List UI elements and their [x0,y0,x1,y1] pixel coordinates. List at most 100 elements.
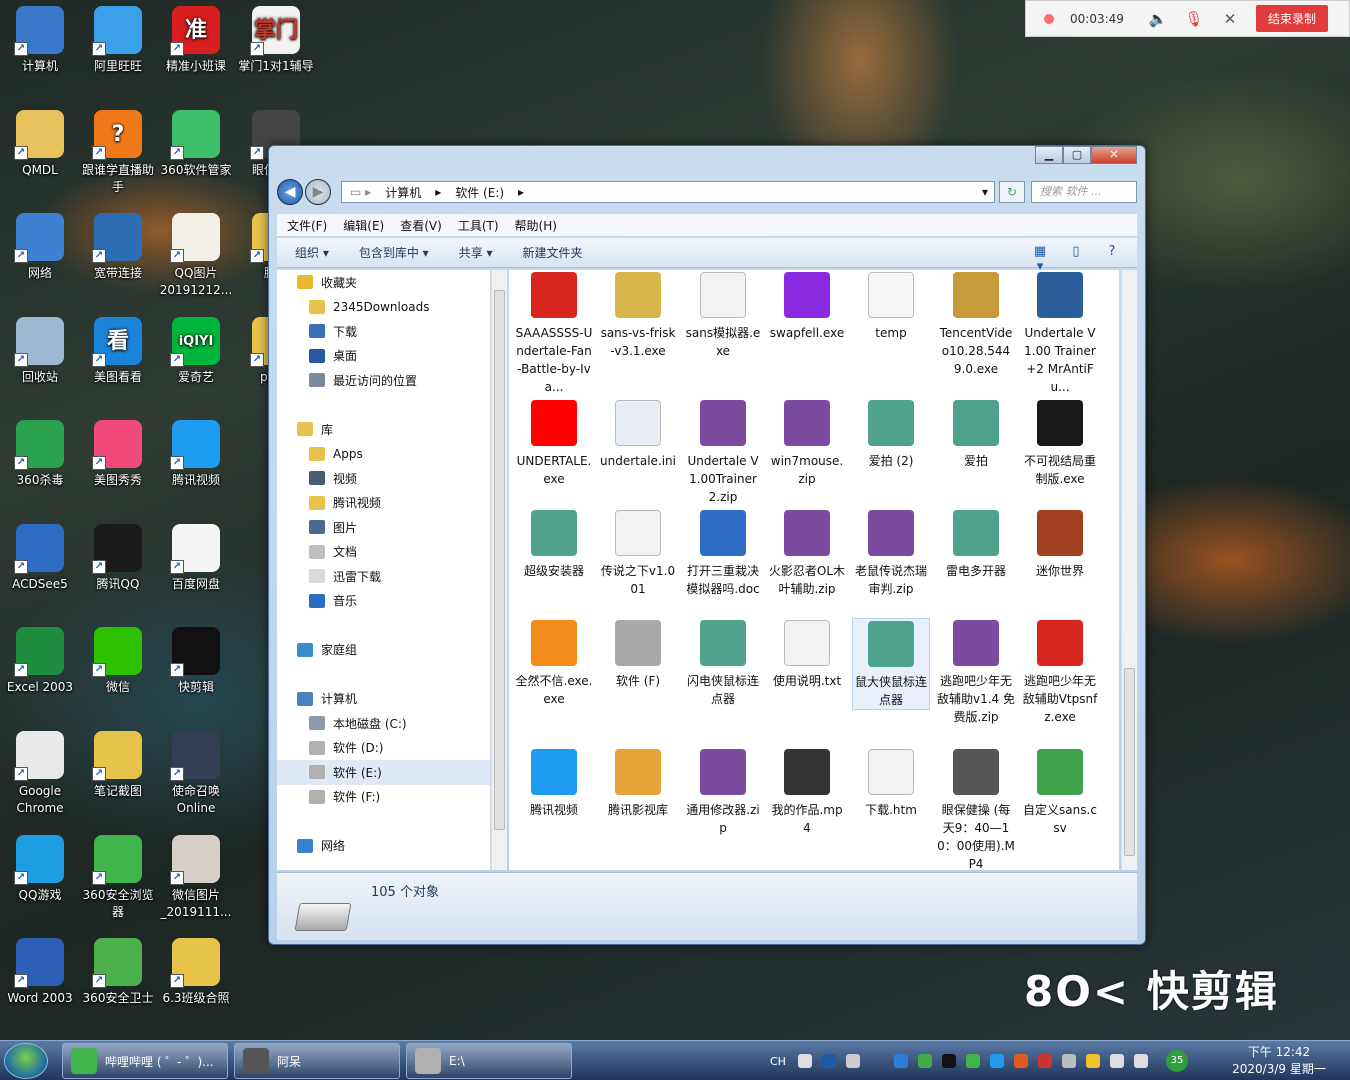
preview-pane-icon[interactable]: ▯ [1065,244,1087,262]
file-item[interactable]: swapfell.exe [768,270,846,342]
file-item[interactable]: sans模拟器.exe [684,270,762,360]
file-item[interactable]: UNDERTALE.exe [515,398,593,488]
file-item[interactable]: 全然不信.exe.exe [515,618,593,708]
desktop-icon[interactable]: 掌门 ↗ 掌门1对1辅导 [236,6,316,75]
address-dropdown-icon[interactable]: ▾ [982,185,988,199]
nav-item[interactable]: 迅雷下载 [277,564,490,589]
printer-icon[interactable] [1061,1054,1076,1068]
desktop-icon[interactable]: ↗ 快剪辑 [156,627,236,696]
nav-item[interactable]: 2345Downloads [277,295,490,320]
settings-icon[interactable] [845,1054,860,1068]
file-item[interactable]: 打开三重栽决模拟器吗.doc [684,508,762,598]
file-item[interactable]: temp [852,270,930,342]
desktop-icon[interactable]: ↗ 腾讯视频 [156,420,236,489]
file-item[interactable]: 通用修改器.zip [684,747,762,837]
guard-icon[interactable] [1085,1054,1100,1068]
file-item[interactable]: 爱拍 (2) [852,398,930,470]
file-item[interactable]: sans-vs-frisk-v3.1.exe [599,270,677,360]
file-item[interactable]: SAAASSSS-Undertale-Fan-Battle-by-Iva... [515,270,593,396]
file-item[interactable]: 雷电多开器 [937,508,1015,580]
taskbar-button-chat[interactable]: 阿呆 [234,1043,400,1079]
nav-item[interactable]: 软件 (E:) [277,760,490,785]
include-in-library-menu[interactable]: 包含到库中 ▾ [359,244,429,261]
file-item[interactable]: undertale.ini [599,398,677,470]
menu-item[interactable]: 工具(T) [458,217,499,234]
display-icon[interactable] [1109,1054,1124,1068]
nav-item[interactable]: 视频 [277,466,490,491]
breadcrumb-drive[interactable]: 软件 (E:) [455,184,504,201]
monitor-icon[interactable] [1037,1054,1052,1068]
desktop-icon[interactable]: ↗ 360软件管家 [156,110,236,179]
security-icon[interactable] [917,1054,932,1068]
file-item[interactable]: Undertale V1.00 Trainer +2 MrAntiFu... [1021,270,1099,396]
nav-item[interactable]: 收藏夹 [277,270,490,295]
video-icon[interactable] [989,1054,1004,1068]
desktop-icon[interactable]: ↗ QQ游戏 [0,835,80,904]
file-item[interactable]: 火影忍者OL木叶辅助.zip [768,508,846,598]
tray-badge[interactable]: 35 [1165,1050,1188,1072]
file-item[interactable]: 老鼠传说杰瑞审判.zip [852,508,930,598]
file-item[interactable]: 闪电侠鼠标连点器 [684,618,762,708]
taskbar-button-browser[interactable]: 哔哩哔哩 ( ゜- ゜)... [62,1043,228,1079]
desktop-icon[interactable]: ↗ 网络 [0,213,80,282]
qq-icon[interactable] [941,1054,956,1068]
nav-item[interactable]: 库 [277,417,490,442]
close-icon[interactable]: ✕ [1212,10,1248,28]
help-icon[interactable]: ? [1101,244,1123,262]
desktop-icon[interactable]: ↗ 笔记截图 [78,731,158,800]
desktop-icon[interactable]: ↗ QMDL [0,110,80,179]
desktop-icon[interactable]: ↗ 360安全卫士 [78,938,158,1007]
file-item[interactable]: 下载.htm [852,747,930,819]
file-item[interactable]: 爱拍 [937,398,1015,470]
file-item[interactable]: 腾讯影视库 [599,747,677,819]
file-item[interactable]: 逃跑吧少年无敌辅助Vtpsnfz.exe [1021,618,1099,726]
back-button[interactable]: ◀ [277,179,303,205]
stop-recording-button[interactable]: 结束录制 [1256,5,1329,32]
desktop-icon[interactable]: 看 ↗ 美图看看 [78,317,158,386]
nav-item[interactable]: 桌面 [277,344,490,369]
desktop-icon[interactable]: ↗ 百度网盘 [156,524,236,593]
nav-item[interactable]: 本地磁盘 (C:) [277,711,490,736]
nav-item[interactable]: 计算机 [277,687,490,712]
minimize-button[interactable]: ▁ [1035,146,1063,164]
desktop-icon[interactable]: ↗ 计算机 [0,6,80,75]
desktop-icon[interactable]: ↗ ACDSee5 [0,524,80,593]
desktop-icon[interactable]: ↗ 360杀毒 [0,420,80,489]
speaker-icon[interactable]: 🔈 [1140,10,1176,28]
desktop-icon[interactable]: ↗ 回收站 [0,317,80,386]
menu-item[interactable]: 帮助(H) [515,217,557,234]
nav-item[interactable]: 图片 [277,515,490,540]
nav-item[interactable]: 音乐 [277,589,490,614]
desktop-icon[interactable]: ↗ QQ图片20191212... [156,213,236,299]
breadcrumb-computer[interactable]: 计算机 [385,184,421,201]
view-options-icon[interactable]: ▦ ▾ [1029,244,1051,274]
volume-alert-icon[interactable] [1013,1054,1028,1068]
menu-item[interactable]: 编辑(E) [343,217,384,234]
desktop-icon[interactable]: ↗ Google Chrome [0,731,80,817]
desktop-icon[interactable]: ↗ 使命召唤Online [156,731,236,817]
menu-item[interactable]: 查看(V) [400,217,442,234]
nav-item[interactable]: 腾讯视频 [277,491,490,516]
desktop-icon[interactable]: ↗ Word 2003 [0,938,80,1007]
desktop-icon[interactable]: 准 ↗ 精准小班课 [156,6,236,75]
maximize-button[interactable]: ▢ [1063,146,1091,164]
file-item[interactable]: Undertale V1.00Trainer2.zip [684,398,762,506]
desktop-icon[interactable]: ↗ 微信图片_2019111... [156,835,236,921]
nav-item[interactable]: 家庭组 [277,638,490,663]
file-item[interactable]: 使用说明.txt [768,618,846,690]
nav-item[interactable]: 网络 [277,834,490,859]
file-item[interactable]: 传说之下v1.001 [599,508,677,598]
desktop-icon[interactable]: ↗ 6.3班级合照 [156,938,236,1007]
nav-item[interactable]: Apps [277,442,490,467]
file-item[interactable]: 我的作品.mp4 [768,747,846,837]
new-folder-button[interactable]: 新建文件夹 [523,244,583,261]
file-list-scrollbar[interactable] [1121,270,1137,870]
organize-menu[interactable]: 组织 ▾ [295,244,329,261]
share-menu[interactable]: 共享 ▾ [459,244,493,261]
file-item[interactable]: 腾讯视频 [515,747,593,819]
volume-icon[interactable] [1133,1054,1148,1068]
input-language[interactable]: CH [770,1055,786,1068]
address-bar[interactable]: ▭ ▸ 计算机 ▸ 软件 (E:) ▸ ▾ [341,181,995,203]
nav-item[interactable]: 软件 (D:) [277,736,490,761]
file-item[interactable]: 逃跑吧少年无敌辅助v1.4 免费版.zip [937,618,1015,726]
